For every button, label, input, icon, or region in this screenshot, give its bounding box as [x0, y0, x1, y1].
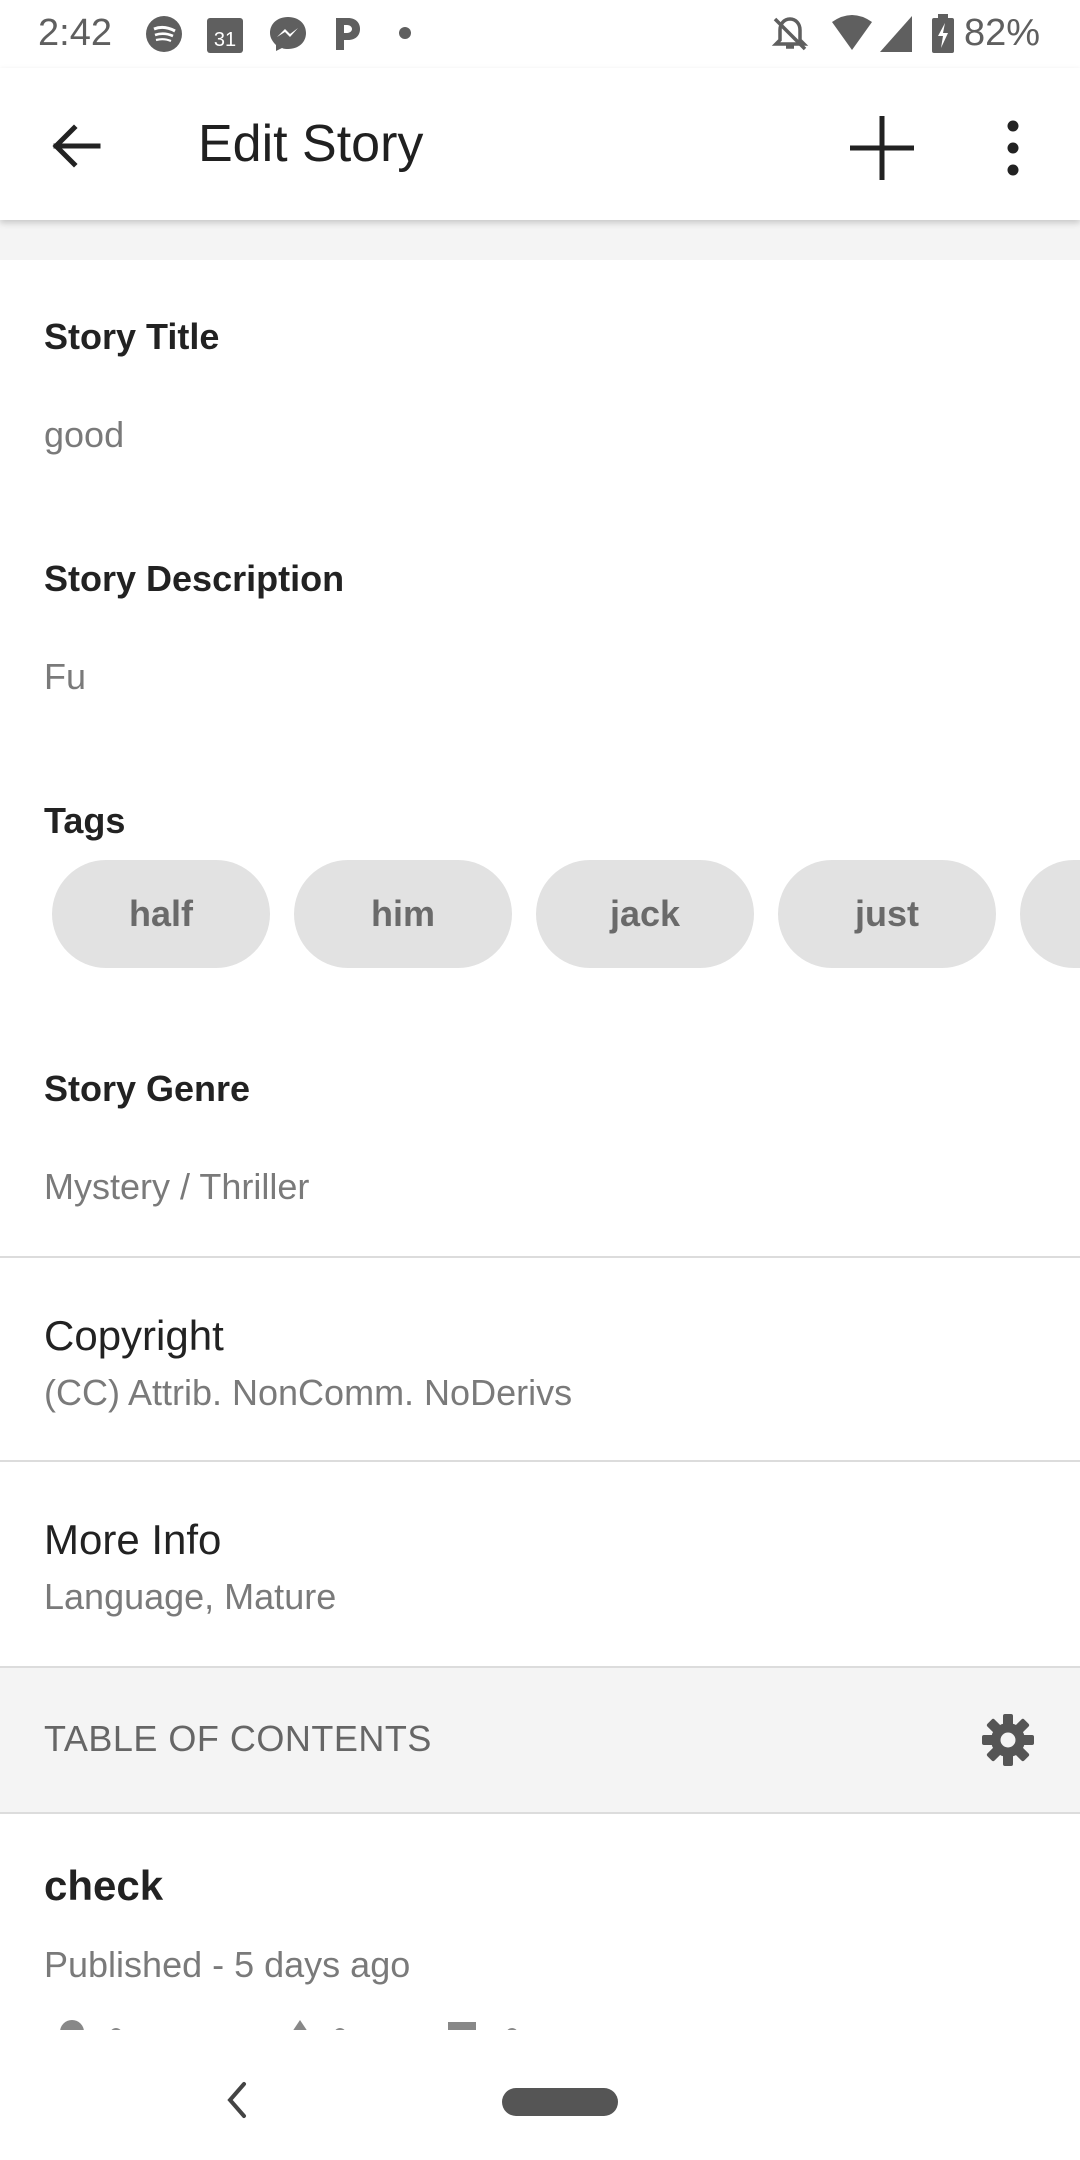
tag-chip[interactable]: [1020, 860, 1080, 968]
gear-icon[interactable]: [980, 1712, 1036, 1768]
more-info-value: Language, Mature: [44, 1576, 337, 1617]
signal-icon: [880, 16, 912, 52]
status-bar: 2:42 31 82%: [0, 0, 1080, 68]
table-of-contents-header: TABLE OF CONTENTS: [0, 1666, 1080, 1814]
tags-label: Tags: [44, 800, 126, 841]
more-info-row[interactable]: More Info Language, Mature: [0, 1462, 1080, 1662]
tag-chip[interactable]: him: [294, 860, 512, 968]
more-vert-icon[interactable]: [998, 118, 1028, 178]
system-nav-bar: [0, 2040, 1080, 2160]
tag-chip[interactable]: just: [778, 860, 996, 968]
part-stats-icons: [60, 2020, 517, 2030]
wifi-icon: [832, 15, 872, 50]
plus-icon[interactable]: [846, 112, 918, 184]
copyright-title: Copyright: [44, 1312, 224, 1359]
app-bar: Edit Story: [0, 68, 1080, 220]
story-title-field[interactable]: good: [44, 414, 124, 456]
toc-label: TABLE OF CONTENTS: [44, 1718, 432, 1759]
calendar-icon: 31: [207, 18, 243, 53]
status-time: 2:42: [38, 12, 112, 54]
copyright-row[interactable]: Copyright (CC) Attrib. NonComm. NoDerivs: [0, 1258, 1080, 1458]
story-genre-field[interactable]: Mystery / Thriller: [44, 1166, 309, 1208]
story-description-label: Story Description: [44, 558, 345, 599]
part-status: Published - 5 days ago: [44, 1944, 411, 1985]
story-genre-label: Story Genre: [44, 1068, 251, 1109]
messenger-icon: [270, 17, 306, 51]
page-title: Edit Story: [198, 115, 424, 173]
tag-chip[interactable]: half: [52, 860, 270, 968]
mute-icon: [771, 17, 809, 51]
battery-percent: 82%: [963, 12, 1040, 54]
copyright-value: (CC) Attrib. NonComm. NoDerivs: [44, 1372, 573, 1413]
back-arrow-icon[interactable]: [48, 118, 104, 174]
battery-icon: [932, 14, 954, 53]
dot-icon: [399, 27, 411, 39]
tag-chip[interactable]: jack: [536, 860, 754, 968]
tags-list: half him jack just: [52, 860, 1080, 968]
spotify-icon: [146, 16, 182, 52]
story-title-label: Story Title: [44, 316, 220, 357]
svg-text:31: 31: [214, 29, 236, 51]
list-item[interactable]: [0, 1812, 1080, 2040]
story-description-field[interactable]: Fu: [44, 656, 86, 698]
home-pill[interactable]: [502, 2088, 618, 2116]
top-spacer: [0, 220, 1080, 260]
part-title: check: [44, 1862, 164, 1909]
pandora-icon: [336, 18, 360, 50]
nav-back-icon[interactable]: [222, 2080, 252, 2120]
more-info-title: More Info: [44, 1516, 222, 1563]
